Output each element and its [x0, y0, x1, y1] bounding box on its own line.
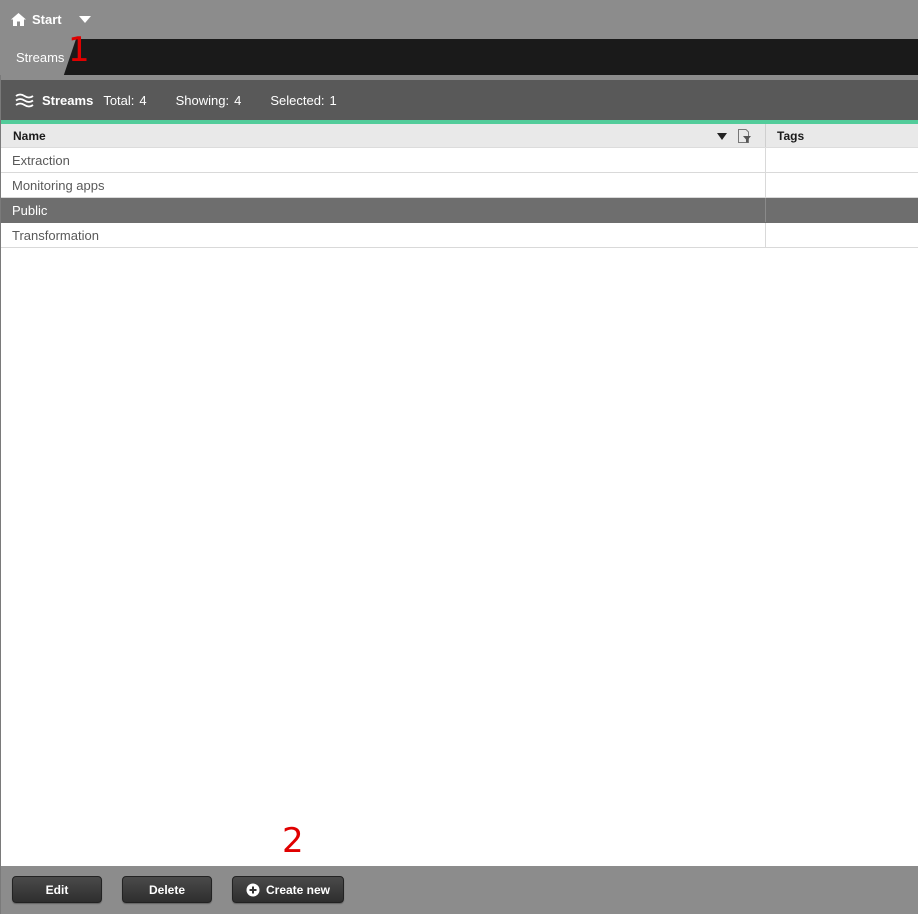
edit-button[interactable]: Edit — [12, 876, 102, 903]
home-icon — [11, 13, 26, 26]
panel-header: Streams Total: 4 Showing: 4 Selected: 1 — [1, 75, 918, 120]
start-dropdown-caret-icon[interactable] — [78, 16, 91, 23]
panel-title: Streams — [42, 92, 94, 108]
row-tags-cell — [766, 148, 918, 172]
row-tags-cell — [766, 223, 918, 247]
row-name-cell: Transformation — [1, 223, 766, 247]
start-bar: Start — [0, 0, 918, 39]
start-label: Start — [32, 12, 62, 27]
breadcrumb: Streams — [0, 39, 918, 75]
table-row[interactable]: Monitoring apps — [1, 173, 918, 198]
showing-value: 4 — [234, 92, 242, 108]
row-name-cell: Monitoring apps — [1, 173, 766, 197]
annotation-marker-1: 1 — [68, 30, 90, 70]
showing-label: Showing: — [175, 92, 230, 108]
streams-table: Name Tags Extraction Monitoring apps Pub… — [1, 124, 918, 248]
table-row[interactable]: Transformation — [1, 223, 918, 248]
row-name-cell: Public — [1, 198, 766, 222]
column-header-tags-label: Tags — [777, 128, 805, 143]
action-footer: Edit Delete Create new — [0, 866, 918, 914]
delete-button[interactable]: Delete — [122, 876, 212, 903]
sort-caret-icon[interactable] — [717, 133, 727, 140]
create-new-button[interactable]: Create new — [232, 876, 344, 903]
annotation-marker-2: 2 — [282, 821, 304, 861]
streams-panel: Streams Total: 4 Showing: 4 Selected: 1 … — [0, 75, 918, 914]
table-header: Name Tags — [1, 124, 918, 148]
row-name-cell: Extraction — [1, 148, 766, 172]
plus-circle-icon — [246, 883, 260, 896]
start-button[interactable]: Start — [0, 0, 62, 39]
filter-icon[interactable] — [736, 128, 752, 144]
edit-button-label: Edit — [45, 882, 69, 897]
table-row[interactable]: Extraction — [1, 148, 918, 173]
delete-button-label: Delete — [148, 882, 186, 897]
total-value: 4 — [139, 92, 147, 108]
streams-icon — [15, 93, 34, 107]
column-header-name[interactable]: Name — [1, 124, 766, 147]
column-header-tags[interactable]: Tags — [766, 124, 918, 147]
total-label: Total: — [103, 92, 135, 108]
table-row-selected[interactable]: Public — [1, 198, 918, 223]
breadcrumb-item-streams[interactable]: Streams — [0, 39, 76, 75]
row-tags-cell — [766, 173, 918, 197]
selected-value: 1 — [329, 92, 337, 108]
breadcrumb-label: Streams — [16, 49, 65, 65]
column-header-name-label: Name — [13, 128, 46, 143]
create-new-button-label: Create new — [265, 882, 331, 897]
row-tags-cell — [766, 198, 918, 222]
selected-label: Selected: — [270, 92, 325, 108]
